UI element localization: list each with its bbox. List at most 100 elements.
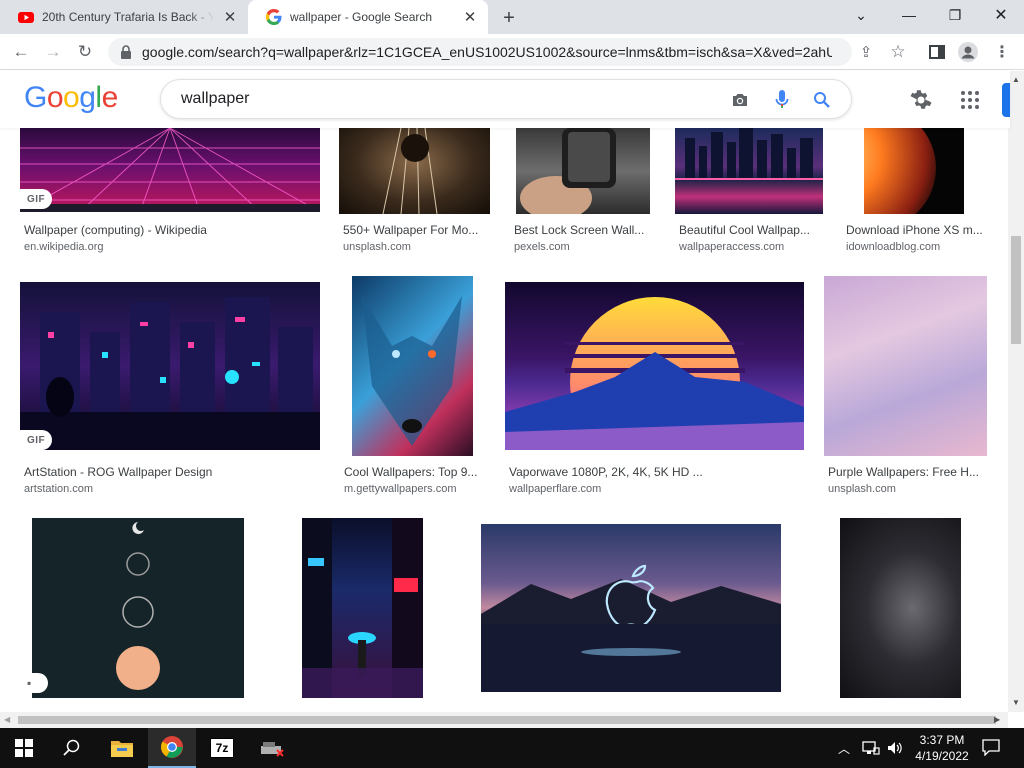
search-box[interactable]: wallpaper (160, 79, 852, 119)
image-results-grid: GIF Wallpaper (computing) - Wikipedia en… (0, 128, 1008, 712)
tab-youtube[interactable]: 20th Century Trafaria Is Back - Yo ✕ (0, 0, 248, 34)
tab-title: wallpaper - Google Search (290, 10, 433, 24)
new-tab-button[interactable]: + (498, 7, 520, 29)
close-tab-icon[interactable]: ✕ (462, 9, 478, 26)
volume-icon[interactable] (886, 739, 904, 762)
result-domain[interactable]: pexels.com (514, 241, 570, 253)
sign-in-button[interactable] (1002, 83, 1010, 117)
tool-app-icon[interactable] (248, 728, 296, 768)
result-card[interactable]: Cool Wallpapers: Top 9... m.gettywallpap… (340, 276, 486, 496)
horizontal-scroll-thumb[interactable] (18, 716, 996, 724)
result-domain[interactable]: m.gettywallpapers.com (344, 483, 457, 495)
result-caption[interactable]: 550+ Wallpaper For Mo... (343, 223, 489, 237)
result-card[interactable] (814, 518, 988, 712)
file-explorer-icon[interactable] (98, 728, 146, 768)
clock-time: 3:37 PM (919, 733, 965, 747)
result-domain[interactable]: idownloadblog.com (846, 241, 940, 253)
result-image[interactable] (352, 276, 473, 456)
scroll-up-arrow-icon[interactable]: ▲ (1012, 75, 1020, 84)
result-image[interactable] (302, 518, 423, 698)
tray-chevron-icon[interactable]: ︿ (838, 740, 850, 757)
reload-button[interactable]: ↻ (72, 39, 98, 65)
chrome-taskbar-icon[interactable] (148, 728, 196, 768)
youtube-icon (18, 12, 34, 23)
result-card[interactable] (276, 518, 448, 712)
clock-date: 4/19/2022 (915, 749, 969, 763)
settings-gear-icon[interactable] (908, 88, 932, 112)
result-caption[interactable]: Vaporwave 1080P, 2K, 4K, 5K HD ... (509, 465, 799, 479)
scroll-left-arrow-icon[interactable]: ◀ (4, 715, 10, 724)
result-card[interactable]: Download iPhone XS m... idownloadblog.co… (842, 128, 988, 258)
result-image[interactable] (339, 128, 490, 214)
result-card[interactable]: 550+ Wallpaper For Mo... unsplash.com (339, 128, 491, 258)
menu-kebab-icon[interactable]: ⋮ (992, 42, 1012, 62)
network-icon[interactable] (862, 740, 880, 761)
result-caption[interactable]: ArtStation - ROG Wallpaper Design (24, 465, 318, 479)
forward-button[interactable]: → (40, 39, 66, 65)
vertical-scrollbar[interactable]: ▲ ▼ (1008, 71, 1024, 712)
tab-search-icon[interactable]: ⌄ (838, 0, 884, 30)
system-clock[interactable]: 3:37 PM 4/19/2022 (912, 732, 972, 764)
result-card[interactable]: Purple Wallpapers: Free H... unsplash.co… (824, 276, 988, 496)
notifications-icon[interactable] (982, 738, 1000, 761)
url-text: google.com/search?q=wallpaper&rlz=1C1GCE… (142, 44, 832, 60)
result-caption[interactable]: Best Lock Screen Wall... (514, 223, 654, 237)
7zip-icon[interactable]: 7z (198, 728, 246, 768)
scroll-right-arrow-icon[interactable]: ▶ (994, 715, 1000, 724)
share-icon[interactable]: ⇪ (856, 42, 876, 62)
result-image[interactable] (864, 128, 964, 214)
result-card[interactable]: ▪ (20, 518, 256, 712)
result-domain[interactable]: unsplash.com (828, 483, 896, 495)
result-domain[interactable]: en.wikipedia.org (24, 241, 104, 253)
bookmark-star-icon[interactable]: ☆ (888, 42, 908, 62)
scroll-down-arrow-icon[interactable]: ▼ (1012, 698, 1020, 707)
tab-title: 20th Century Trafaria Is Back - Yo (42, 10, 214, 24)
result-image[interactable] (516, 128, 650, 214)
result-image[interactable] (505, 282, 804, 450)
result-card[interactable]: GIF ArtStation - ROG Wallpaper Design ar… (20, 282, 320, 496)
close-tab-icon[interactable]: ✕ (222, 9, 238, 26)
vertical-scroll-thumb[interactable] (1011, 236, 1021, 344)
result-caption[interactable]: Beautiful Cool Wallpap... (679, 223, 823, 237)
google-header: Google wallpaper (0, 71, 1010, 128)
apps-grid-icon[interactable] (960, 90, 980, 110)
address-bar[interactable]: google.com/search?q=wallpaper&rlz=1C1GCE… (108, 38, 852, 66)
result-domain[interactable]: unsplash.com (343, 241, 411, 253)
result-caption[interactable]: Purple Wallpapers: Free H... (828, 465, 984, 479)
result-image[interactable] (840, 518, 961, 698)
tab-google-search[interactable]: wallpaper - Google Search ✕ (248, 0, 488, 34)
lock-icon[interactable] (120, 45, 132, 59)
result-card[interactable]: Vaporwave 1080P, 2K, 4K, 5K HD ... wallp… (505, 282, 805, 496)
result-image[interactable] (20, 282, 320, 450)
result-domain[interactable]: wallpaperaccess.com (679, 241, 784, 253)
microphone-icon[interactable] (771, 89, 793, 111)
google-logo[interactable]: Google (24, 81, 118, 115)
result-image[interactable] (481, 524, 781, 692)
result-caption[interactable]: Download iPhone XS m... (846, 223, 986, 237)
result-image[interactable] (20, 128, 320, 212)
result-card[interactable]: Beautiful Cool Wallpap... wallpaperacces… (675, 128, 825, 258)
result-card[interactable]: Best Lock Screen Wall... pexels.com (510, 128, 656, 258)
windows-start-icon[interactable] (0, 728, 48, 768)
result-card[interactable]: GIF Wallpaper (computing) - Wikipedia en… (20, 128, 320, 258)
result-caption[interactable]: Cool Wallpapers: Top 9... (344, 465, 482, 479)
result-image[interactable] (32, 518, 244, 698)
result-card[interactable] (468, 518, 794, 712)
search-icon[interactable] (811, 89, 833, 111)
close-window-button[interactable]: ✕ (978, 0, 1024, 30)
minimize-button[interactable]: — (886, 0, 932, 30)
result-caption[interactable]: Wallpaper (computing) - Wikipedia (24, 223, 314, 237)
profile-avatar-icon[interactable] (958, 42, 978, 62)
tab-strip: 20th Century Trafaria Is Back - Yo ✕ wal… (0, 0, 1024, 34)
back-button[interactable]: ← (8, 39, 34, 65)
search-icon[interactable] (48, 728, 96, 768)
result-domain[interactable]: artstation.com (24, 483, 93, 495)
restore-button[interactable]: ❐ (932, 0, 978, 30)
result-image[interactable] (675, 128, 823, 214)
result-image[interactable] (824, 276, 987, 456)
result-domain[interactable]: wallpaperflare.com (509, 483, 601, 495)
side-panel-icon[interactable] (927, 42, 947, 62)
search-input[interactable]: wallpaper (181, 90, 249, 108)
camera-icon[interactable] (729, 89, 751, 111)
horizontal-scrollbar[interactable]: ◀ ▶ (0, 712, 1008, 728)
